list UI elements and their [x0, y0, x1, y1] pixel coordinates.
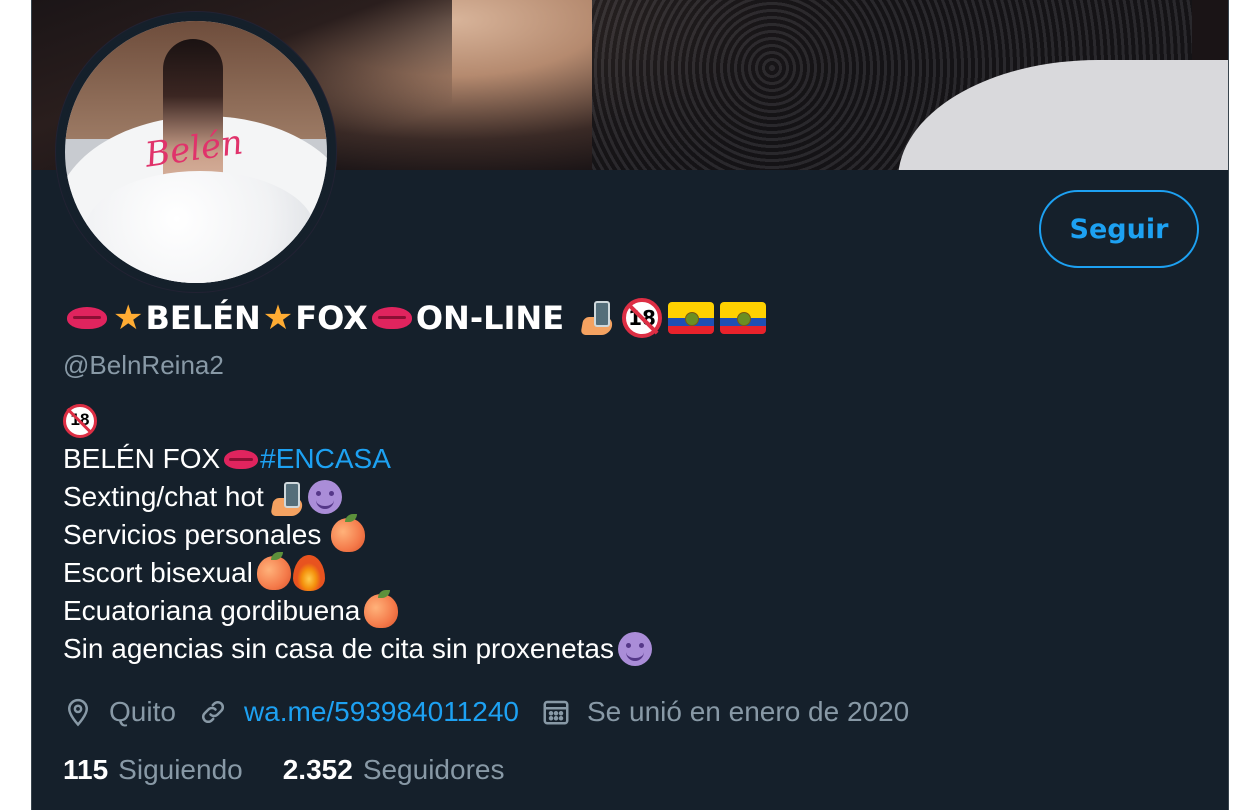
location-text: Quito: [109, 696, 176, 727]
no-under-18-emoji: 18: [63, 404, 97, 438]
following-count: 115: [63, 754, 109, 785]
join-date: Se unió en enero de 2020: [541, 696, 909, 728]
following-stat[interactable]: 115 Siguiendo: [63, 754, 243, 786]
lips-emoji: [371, 307, 412, 329]
website-link[interactable]: wa.me/593984011240: [244, 696, 519, 728]
phone-hand-emoji: [580, 299, 614, 337]
username-handle: @BelnReina2: [63, 350, 224, 380]
follow-button[interactable]: Seguir: [1039, 190, 1199, 268]
display-name: ★ BELÉN ★ FOX ON-LINE 18: [63, 298, 767, 338]
no-under-18-emoji: 18: [622, 298, 663, 338]
display-name-part-3: ON-LINE: [415, 299, 565, 337]
lips-emoji: [224, 449, 259, 469]
following-label: Siguiendo: [118, 754, 243, 785]
bio-text: Ecuatoriana gordibuena: [63, 595, 361, 626]
location: Quito: [63, 696, 176, 728]
website: wa.me/593984011240: [198, 696, 519, 728]
bio-text: Sexting/chat hot: [63, 481, 264, 512]
bio-line: Servicios personales: [63, 514, 652, 554]
smiling-devil-emoji: [618, 632, 652, 666]
display-name-part-1: BELÉN: [145, 299, 261, 337]
link-icon: [201, 700, 224, 724]
followers-stat[interactable]: 2.352 Seguidores: [283, 754, 505, 786]
bio-line: 18: [63, 402, 652, 440]
lips-emoji: [67, 307, 107, 329]
bio-line: Sexting/chat hot: [63, 478, 652, 516]
bio-text: Sin agencias sin casa de cita sin proxen…: [63, 633, 614, 664]
avatar-foam: [85, 171, 315, 283]
bio-line: Escort bisexual: [63, 552, 652, 592]
avatar[interactable]: Belén: [56, 12, 336, 292]
star-emoji: ★: [262, 298, 294, 338]
profile-bio: 18 BELÉN FOX #ENCASA Sexting/chat hot Se…: [63, 402, 652, 668]
location-pin-icon: [67, 698, 89, 727]
follow-stats: 115 Siguiendo 2.352 Seguidores: [63, 750, 544, 790]
peach-emoji: [364, 590, 399, 628]
profile-column: Belén Seguir ★ BELÉN ★ FOX ON-LINE 18 @B…: [31, 0, 1229, 810]
star-emoji: ★: [113, 298, 144, 338]
ecuador-flag-emoji: [720, 302, 767, 334]
peach-emoji: [331, 514, 366, 552]
bio-line: BELÉN FOX #ENCASA: [63, 440, 652, 478]
fire-emoji: [292, 555, 325, 591]
bio-text: BELÉN FOX: [63, 443, 221, 474]
smiling-devil-emoji: [307, 480, 342, 514]
profile-meta: Quito wa.me/593984011240 Se unió en ener…: [63, 690, 931, 734]
followers-label: Seguidores: [362, 754, 505, 785]
page-frame: Belén Seguir ★ BELÉN ★ FOX ON-LINE 18 @B…: [0, 0, 1260, 810]
display-name-part-2: FOX: [295, 299, 368, 337]
bio-line: Sin agencias sin casa de cita sin proxen…: [63, 630, 652, 668]
bio-text: Servicios personales: [63, 519, 322, 550]
calendar-icon: [543, 700, 569, 725]
hashtag-link[interactable]: #ENCASA: [260, 440, 391, 478]
bio-line: Ecuatoriana gordibuena: [63, 590, 652, 630]
ecuador-flag-emoji: [668, 302, 715, 334]
avatar-image: Belén: [65, 21, 327, 283]
followers-count: 2.352: [282, 754, 353, 785]
bio-text: Escort bisexual: [63, 557, 253, 588]
join-date-text: Se unió en enero de 2020: [586, 696, 910, 727]
phone-hand-emoji: [270, 480, 300, 514]
peach-emoji: [256, 552, 291, 590]
